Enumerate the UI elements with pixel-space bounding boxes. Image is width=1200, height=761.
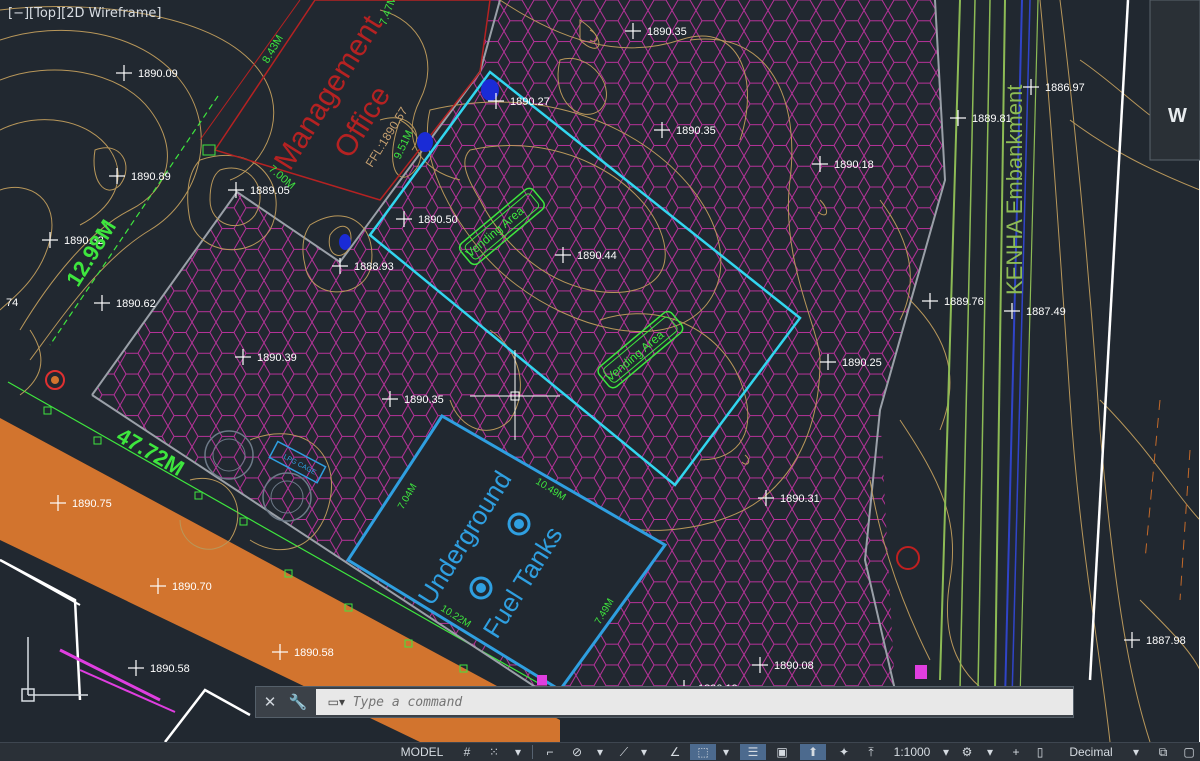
elevation-label: 1890.27 <box>510 96 550 108</box>
customize-wrench-icon[interactable]: 🔧 <box>284 688 312 716</box>
elevation-label: 1887.49 <box>1026 306 1066 318</box>
elevation-point: 1887.49 <box>1004 303 1066 319</box>
drawing-viewport[interactable]: 1890.35 1890.09 1890.27 1890.35 1886.97 1889.… <box>0 0 1200 742</box>
elevation-label: 1890.39 <box>257 352 297 364</box>
polar-tracking-icon[interactable]: ⊘ <box>565 744 589 760</box>
selection-cycling-icon[interactable]: ⬆ <box>800 744 826 760</box>
polar-dropdown-icon[interactable]: ▾ <box>592 744 608 760</box>
viewcube-west-label: W <box>1168 105 1187 127</box>
elevation-label: 1890.09 <box>138 68 178 80</box>
elevation-point: 1886.97 <box>1023 79 1085 95</box>
annotation-scale-select[interactable]: 1:1000 <box>888 744 936 760</box>
elevation-label: 1890.58 <box>150 663 190 675</box>
dimension-7-47: 7.47M <box>378 0 400 27</box>
snap-icon[interactable]: ⁙ <box>482 744 506 760</box>
snap-dropdown-icon[interactable]: ▾ <box>510 744 526 760</box>
auto-scale-icon[interactable]: ⤒ <box>860 744 882 760</box>
lineweight-icon[interactable]: ☰ <box>740 744 766 760</box>
command-line[interactable]: ✕ 🔧 ▭▾ <box>255 686 1074 718</box>
model-tab[interactable]: MODEL <box>394 744 450 760</box>
viewcube[interactable]: W <box>1149 0 1200 161</box>
close-icon[interactable]: ✕ <box>256 688 284 716</box>
annotation-visibility-icon[interactable]: ✦ <box>832 744 856 760</box>
isolate-objects-icon[interactable]: ▢ <box>1178 744 1200 760</box>
workspace-dropdown-icon[interactable]: ▾ <box>982 744 998 760</box>
elevation-label: 1890.75 <box>72 498 112 510</box>
drawing-canvas[interactable]: 1890.35 1890.09 1890.27 1890.35 1886.97 1889.… <box>0 0 1200 742</box>
elevation-point: 1890.62 <box>94 295 156 311</box>
units-icon[interactable]: ▯ <box>1032 744 1048 760</box>
dimension-12-98: 12.98M <box>61 215 121 290</box>
isodraft-dropdown-icon[interactable]: ▾ <box>636 744 652 760</box>
command-input[interactable] <box>350 693 1073 711</box>
elevation-label: 1890.58 <box>294 647 334 659</box>
elevation-label: 1890.31 <box>780 493 820 505</box>
elevation-label: 1888.93 <box>354 261 394 273</box>
elevation-label: 1890.18 <box>834 159 874 171</box>
road-name-label: KENHA Embankment <box>1002 85 1027 295</box>
workspace-gear-icon[interactable]: ⚙ <box>956 744 978 760</box>
elevation-label: 1890.44 <box>577 250 617 262</box>
viewport-controls-label[interactable]: [−][Top][2D Wireframe] <box>8 6 161 21</box>
elevation-point: 1889.76 <box>922 293 984 309</box>
transparency-icon[interactable]: ▣ <box>770 744 794 760</box>
ortho-icon[interactable]: ⌐ <box>540 744 560 760</box>
units-dropdown-icon[interactable]: ▾ <box>1128 744 1144 760</box>
elevation-label: 1890.89 <box>131 171 171 183</box>
elevation-label: 1890.08 <box>774 660 814 672</box>
elevation-point: 1890.58 <box>128 660 190 676</box>
object-snap-icon[interactable]: ⬚ <box>690 744 716 760</box>
isodraft-icon[interactable]: ⟋ <box>614 744 634 760</box>
manhole-icon <box>896 546 920 570</box>
status-bar: MODEL # ⁙ ▾ ⌐ ⊘ ▾ ⟋ ▾ ∠ ⬚ ▾ ☰ ▣ ⬆ ✦ ⤒ 1:… <box>0 742 1200 761</box>
object-snap-dropdown-icon[interactable]: ▾ <box>718 744 734 760</box>
elevation-label: 1890.50 <box>418 214 458 226</box>
grid-icon[interactable]: # <box>455 744 479 760</box>
elevation-label: 1890.25 <box>842 357 882 369</box>
elevation-label: 1890.35 <box>676 125 716 137</box>
elevation-label: 1890.70 <box>172 581 212 593</box>
elevation-label: 1886.97 <box>1045 82 1085 94</box>
units-select[interactable]: Decimal <box>1056 744 1126 760</box>
object-snap-tracking-icon[interactable]: ∠ <box>664 744 686 760</box>
annotation-monitor-icon[interactable]: + <box>1004 744 1028 760</box>
command-history-icon[interactable]: ▭▾ <box>322 690 351 714</box>
elevation-label: 1890.62 <box>116 298 156 310</box>
blue-marker <box>417 132 433 152</box>
quick-properties-icon[interactable]: ⧉ <box>1150 744 1176 760</box>
elevation-label: 1889.76 <box>944 296 984 308</box>
elevation-point: 1890.09 <box>116 65 178 81</box>
partial-elevation-label: 74 <box>6 297 18 309</box>
elevation-label: 1890.35 <box>404 394 444 406</box>
elevation-label: 1890.35 <box>647 26 687 38</box>
elevation-label: 1887.98 <box>1146 635 1186 647</box>
scale-dropdown-icon[interactable]: ▾ <box>938 744 954 760</box>
elevation-point: 1887.98 <box>1124 632 1186 648</box>
